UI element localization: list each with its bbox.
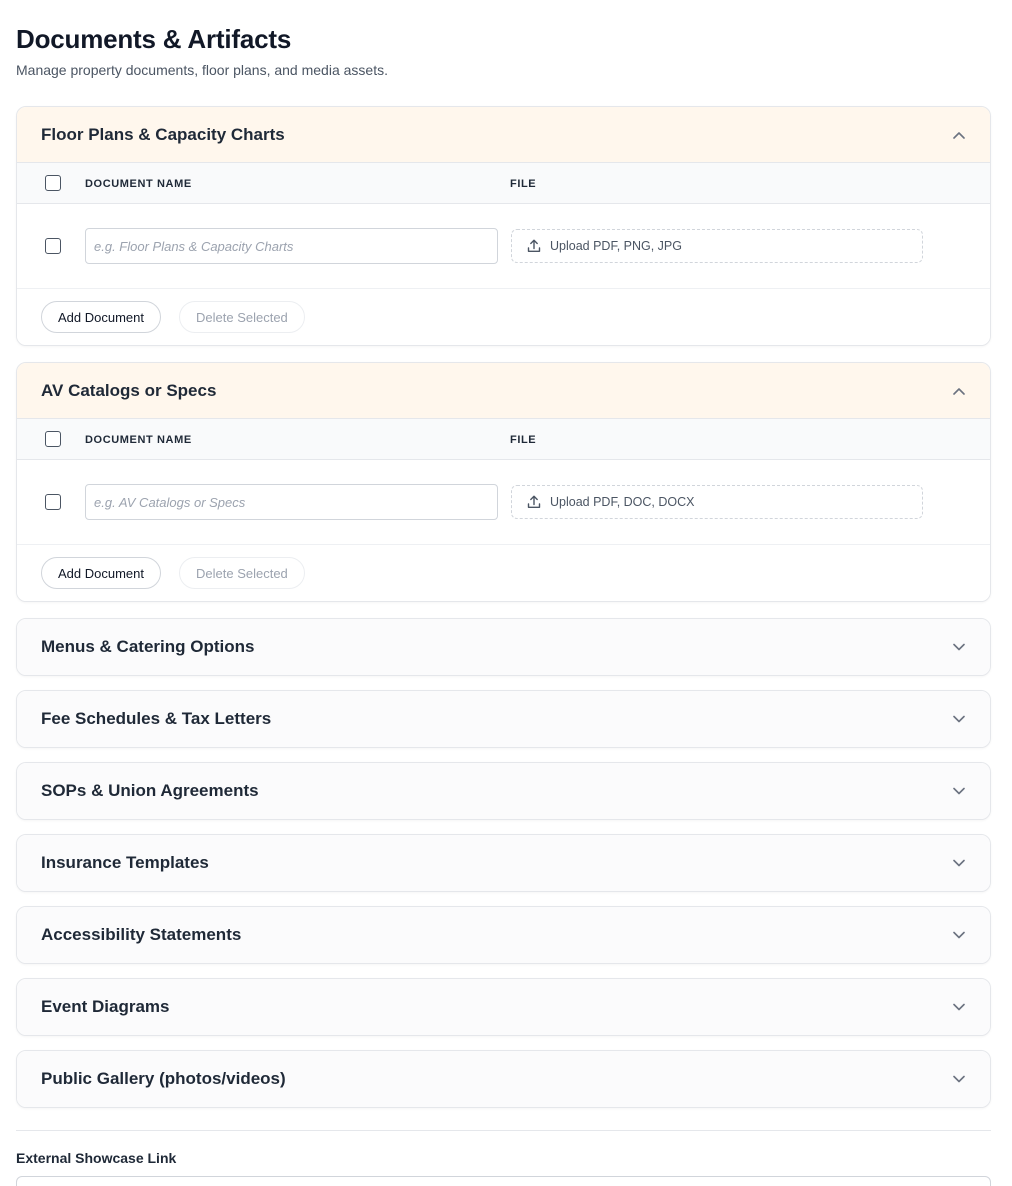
section-header[interactable]: Insurance Templates	[17, 835, 990, 891]
section-title: Menus & Catering Options	[41, 637, 255, 656]
row-checkbox[interactable]	[45, 238, 61, 254]
chevron-down-icon[interactable]	[952, 928, 966, 942]
column-header-file: FILE	[510, 434, 537, 446]
external-showcase-link-label: External Showcase Link	[16, 1150, 177, 1166]
section-floor-plans: Floor Plans & Capacity Charts DOCUMENT N…	[16, 106, 991, 346]
column-header-file: FILE	[510, 178, 537, 190]
section-av-catalogs: AV Catalogs or Specs DOCUMENT NAME FILE …	[16, 362, 991, 602]
section-title: Fee Schedules & Tax Letters	[41, 709, 272, 728]
file-upload-zone[interactable]: Upload PDF, PNG, JPG	[511, 229, 923, 263]
upload-label: Upload PDF, DOC, DOCX	[550, 495, 695, 509]
section-header[interactable]: Menus & Catering Options	[17, 619, 990, 675]
section-title: SOPs & Union Agreements	[41, 781, 259, 800]
section-header[interactable]: Floor Plans & Capacity Charts	[17, 107, 990, 163]
chevron-up-icon[interactable]	[952, 384, 966, 398]
external-showcase-link-input[interactable]	[16, 1176, 991, 1186]
section-fee-schedules: Fee Schedules & Tax Letters	[16, 690, 991, 748]
upload-icon	[526, 238, 542, 254]
chevron-up-icon[interactable]	[952, 128, 966, 142]
section-sops-union: SOPs & Union Agreements	[16, 762, 991, 820]
row-checkbox[interactable]	[45, 494, 61, 510]
section-insurance-templates: Insurance Templates	[16, 834, 991, 892]
table-row: Upload PDF, DOC, DOCX	[17, 460, 990, 545]
section-event-diagrams: Event Diagrams	[16, 978, 991, 1036]
section-header[interactable]: Fee Schedules & Tax Letters	[17, 691, 990, 747]
section-accessibility-statements: Accessibility Statements	[16, 906, 991, 964]
upload-icon	[526, 494, 542, 510]
chevron-down-icon[interactable]	[952, 712, 966, 726]
column-header-document-name: DOCUMENT NAME	[85, 434, 192, 446]
table-header: DOCUMENT NAME FILE	[17, 163, 990, 204]
delete-selected-button[interactable]: Delete Selected	[179, 301, 305, 333]
section-title: AV Catalogs or Specs	[41, 380, 217, 400]
add-document-button[interactable]: Add Document	[41, 557, 161, 589]
chevron-down-icon[interactable]	[952, 1072, 966, 1086]
chevron-down-icon[interactable]	[952, 856, 966, 870]
upload-label: Upload PDF, PNG, JPG	[550, 239, 682, 253]
column-header-document-name: DOCUMENT NAME	[85, 178, 192, 190]
document-name-input[interactable]	[85, 484, 498, 520]
section-header[interactable]: Event Diagrams	[17, 979, 990, 1035]
table-header: DOCUMENT NAME FILE	[17, 419, 990, 460]
chevron-down-icon[interactable]	[952, 640, 966, 654]
section-title: Public Gallery (photos/videos)	[41, 1069, 286, 1088]
add-document-button[interactable]: Add Document	[41, 301, 161, 333]
section-title: Floor Plans & Capacity Charts	[41, 124, 285, 144]
select-all-checkbox[interactable]	[45, 431, 61, 447]
page-title: Documents & Artifacts	[16, 24, 292, 54]
chevron-down-icon[interactable]	[952, 784, 966, 798]
chevron-down-icon[interactable]	[952, 1000, 966, 1014]
section-title: Accessibility Statements	[41, 925, 242, 944]
select-all-checkbox[interactable]	[45, 175, 61, 191]
divider	[16, 1130, 991, 1131]
section-title: Insurance Templates	[41, 853, 209, 872]
section-actions: Add Document Delete Selected	[17, 545, 990, 601]
section-actions: Add Document Delete Selected	[17, 289, 990, 345]
table-row: Upload PDF, PNG, JPG	[17, 204, 990, 289]
section-header[interactable]: Public Gallery (photos/videos)	[17, 1051, 990, 1107]
section-public-gallery: Public Gallery (photos/videos)	[16, 1050, 991, 1108]
section-header[interactable]: SOPs & Union Agreements	[17, 763, 990, 819]
document-name-input[interactable]	[85, 228, 498, 264]
file-upload-zone[interactable]: Upload PDF, DOC, DOCX	[511, 485, 923, 519]
section-header[interactable]: AV Catalogs or Specs	[17, 363, 990, 419]
page-subtitle: Manage property documents, floor plans, …	[16, 62, 388, 78]
section-header[interactable]: Accessibility Statements	[17, 907, 990, 963]
section-menus-catering: Menus & Catering Options	[16, 618, 991, 676]
section-title: Event Diagrams	[41, 997, 170, 1016]
delete-selected-button[interactable]: Delete Selected	[179, 557, 305, 589]
